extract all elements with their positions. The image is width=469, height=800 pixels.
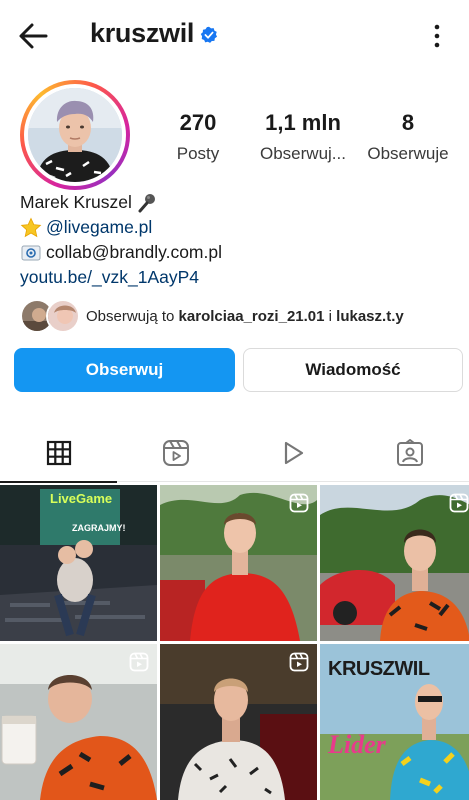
reel-badge-icon [129, 652, 149, 672]
back-button[interactable] [16, 20, 52, 52]
profile-header: kruszwil [0, 0, 469, 72]
vertical-dots-icon [434, 24, 440, 48]
stat-followers[interactable]: 1,1 mln Obserwuj... [253, 110, 353, 164]
avatar [28, 88, 122, 182]
grid-post[interactable] [320, 485, 469, 641]
post-overlay-subtitle: ZAGRAJMY! [72, 523, 126, 533]
grid-post[interactable]: KRUSZWIL Lider [320, 644, 469, 800]
posts-grid: LiveGame ZAGRAJMY! KRUSZWIL Lider [0, 485, 469, 800]
post-overlay-title: LiveGame [50, 491, 113, 506]
stat-posts[interactable]: 270 Posty [148, 110, 248, 164]
followed-by-user2[interactable]: lukasz.t.y [336, 308, 404, 325]
grid-post[interactable] [160, 644, 317, 800]
bio-email: collab@brandly.com.pl [46, 242, 222, 262]
profile-tabs [0, 424, 469, 483]
grid-icon [46, 440, 71, 466]
followed-by[interactable]: Obserwują to karolciaa_rozi_21.01 i luka… [20, 299, 460, 335]
more-options-button[interactable] [425, 22, 449, 50]
bio-url-link[interactable]: youtu.be/_vzk_1AayP4 [20, 265, 199, 290]
star-icon [20, 217, 42, 237]
stat-followers-label: Obserwuj... [260, 144, 346, 163]
profile-username: kruszwil [90, 18, 195, 48]
followed-by-text: Obserwują to karolciaa_rozi_21.01 i luka… [86, 308, 404, 325]
bio-mention-link[interactable]: @livegame.pl [46, 215, 152, 240]
tab-posts-grid[interactable] [0, 424, 117, 483]
grid-post[interactable]: LiveGame ZAGRAJMY! [0, 485, 157, 641]
followed-by-joiner: i [328, 308, 332, 325]
tab-reels[interactable] [117, 424, 234, 482]
play-icon [284, 441, 303, 465]
post-overlay-title: KRUSZWIL [328, 658, 430, 680]
stat-following-value: 8 [401, 110, 415, 135]
followed-by-user1[interactable]: karolciaa_rozi_21.01 [179, 308, 325, 325]
profile-full-name: Marek Kruszel [20, 192, 132, 212]
post-overlay-subtitle: Lider [328, 730, 386, 759]
story-ring[interactable] [20, 80, 130, 190]
reel-badge-icon [289, 493, 309, 513]
stat-followers-value: 1,1 mln [265, 110, 341, 135]
message-button[interactable]: Wiadomość [243, 348, 463, 392]
stat-following-label: Obserwuje [367, 144, 449, 163]
stat-posts-label: Posty [176, 144, 220, 163]
verified-badge-icon [200, 26, 218, 43]
arrow-left-icon [19, 23, 48, 49]
tagged-icon [396, 439, 423, 466]
grid-post[interactable] [0, 644, 157, 800]
grid-post[interactable] [160, 485, 317, 641]
tab-tagged[interactable] [351, 424, 468, 482]
reel-badge-icon [449, 493, 469, 513]
profile-bio: Marek Kruszel @livegame.pl collab@brandl… [20, 190, 222, 290]
reels-icon [162, 440, 189, 466]
stat-following[interactable]: 8 Obserwuje [358, 110, 458, 164]
email-icon [21, 245, 41, 260]
followed-by-prefix: Obserwują to [86, 308, 175, 325]
reel-badge-icon [289, 652, 309, 672]
follow-button[interactable]: Obserwuj [14, 348, 235, 392]
microphone-icon [138, 193, 155, 212]
follower-avatar [46, 299, 80, 333]
tab-videos[interactable] [234, 424, 351, 482]
stat-posts-value: 270 [179, 110, 217, 135]
